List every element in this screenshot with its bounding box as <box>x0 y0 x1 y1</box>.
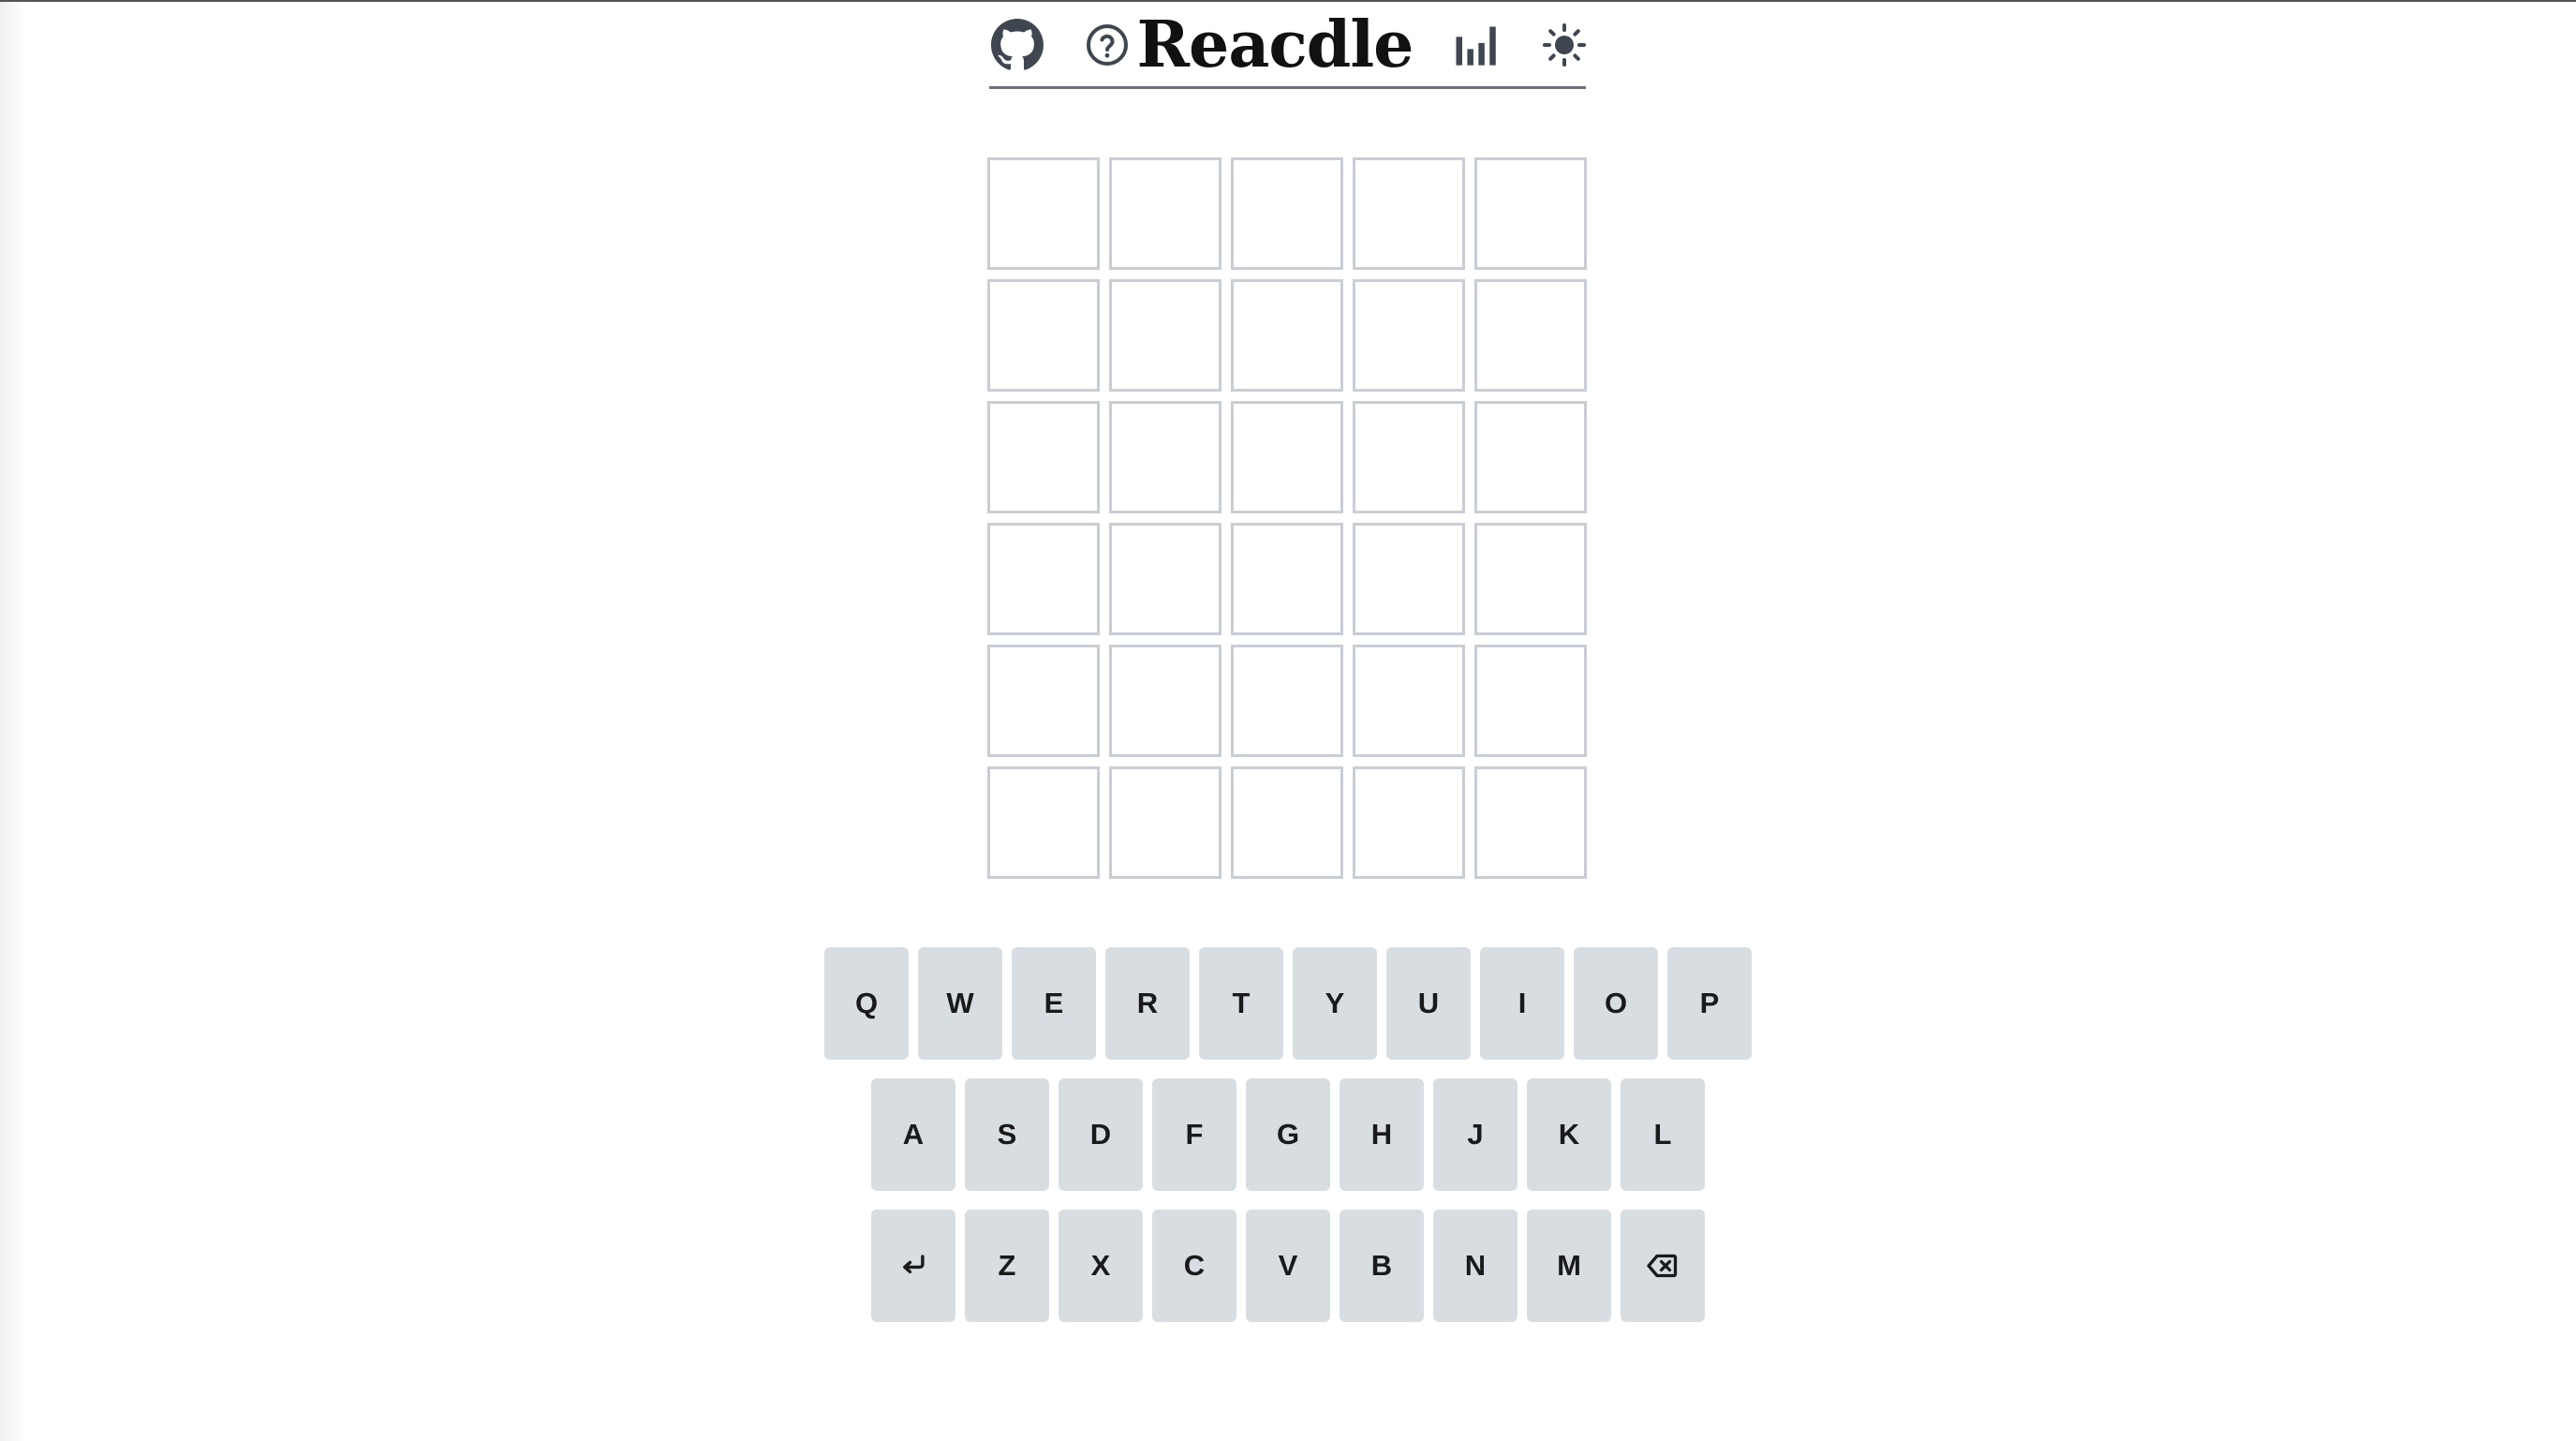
board-tile <box>1231 157 1343 270</box>
board-tile <box>987 279 1100 392</box>
key-v[interactable]: V <box>1246 1210 1330 1322</box>
key-g[interactable]: G <box>1246 1078 1330 1191</box>
backspace-icon <box>1647 1254 1678 1278</box>
key-j[interactable]: J <box>1433 1078 1517 1191</box>
keyboard-row-1: QWERTYUIOP <box>0 947 2576 1060</box>
key-k[interactable]: K <box>1527 1078 1611 1191</box>
board-tile <box>1109 401 1221 513</box>
board-tile <box>1109 766 1221 879</box>
key-w[interactable]: W <box>918 947 1002 1060</box>
board-tile <box>1474 523 1587 635</box>
board-tile <box>1353 157 1465 270</box>
key-s[interactable]: S <box>965 1078 1049 1191</box>
board-tile <box>1353 645 1465 757</box>
board-tile <box>987 645 1100 757</box>
key-z[interactable]: Z <box>965 1210 1049 1322</box>
key-a[interactable]: A <box>871 1078 955 1191</box>
app-header: Reacdle <box>989 4 1586 89</box>
key-x[interactable]: X <box>1059 1210 1143 1322</box>
sun-icon-glyph <box>1543 23 1586 67</box>
board-tile <box>1109 279 1221 392</box>
board-tile <box>1231 401 1343 513</box>
board-tile <box>1474 157 1587 270</box>
github-icon[interactable] <box>989 17 1045 73</box>
key-c[interactable]: C <box>1152 1210 1236 1322</box>
board-tile <box>1353 279 1465 392</box>
key-t[interactable]: T <box>1199 947 1283 1060</box>
board-tile <box>987 523 1100 635</box>
key-m[interactable]: M <box>1527 1210 1611 1322</box>
key-f[interactable]: F <box>1152 1078 1236 1191</box>
enter-key[interactable] <box>871 1210 955 1322</box>
sun-icon[interactable] <box>1536 17 1592 73</box>
key-d[interactable]: D <box>1059 1078 1143 1191</box>
board-tile <box>1474 645 1587 757</box>
game-board <box>987 157 1587 879</box>
board-tile <box>1474 401 1587 513</box>
key-b[interactable]: B <box>1340 1210 1424 1322</box>
keyboard-row-3: ZXCVBNM <box>0 1210 2576 1322</box>
stats-icon[interactable] <box>1446 17 1503 73</box>
key-o[interactable]: O <box>1574 947 1658 1060</box>
key-q[interactable]: Q <box>824 947 909 1060</box>
key-h[interactable]: H <box>1340 1078 1424 1191</box>
key-r[interactable]: R <box>1105 947 1190 1060</box>
board-tile <box>987 401 1100 513</box>
board-tile <box>1353 523 1465 635</box>
on-screen-keyboard: QWERTYUIOP ASDFGHJKL ZXCVBNM <box>0 947 2576 1341</box>
key-y[interactable]: Y <box>1293 947 1377 1060</box>
key-u[interactable]: U <box>1386 947 1471 1060</box>
board-tile <box>1109 157 1221 270</box>
board-tile <box>1474 279 1587 392</box>
key-l[interactable]: L <box>1621 1078 1705 1191</box>
board-tile <box>1353 401 1465 513</box>
keyboard-row-2: ASDFGHJKL <box>0 1078 2576 1191</box>
board-tile <box>987 766 1100 879</box>
board-tile <box>1231 645 1343 757</box>
board-tile <box>1353 766 1465 879</box>
board-tile <box>1231 279 1343 392</box>
board-tile <box>1109 523 1221 635</box>
backspace-key[interactable] <box>1621 1210 1705 1322</box>
board-tile <box>987 157 1100 270</box>
page-title: Reacdle <box>1136 7 1414 82</box>
key-n[interactable]: N <box>1433 1210 1517 1322</box>
key-e[interactable]: E <box>1012 947 1096 1060</box>
stats-icon-glyph <box>1456 26 1496 66</box>
github-icon-glyph <box>991 19 1044 70</box>
enter-icon <box>903 1255 925 1274</box>
key-i[interactable]: I <box>1480 947 1564 1060</box>
board-tile <box>1109 645 1221 757</box>
board-tile <box>1231 766 1343 879</box>
board-tile <box>1474 766 1587 879</box>
key-p[interactable]: P <box>1667 947 1752 1060</box>
board-tile <box>1231 523 1343 635</box>
